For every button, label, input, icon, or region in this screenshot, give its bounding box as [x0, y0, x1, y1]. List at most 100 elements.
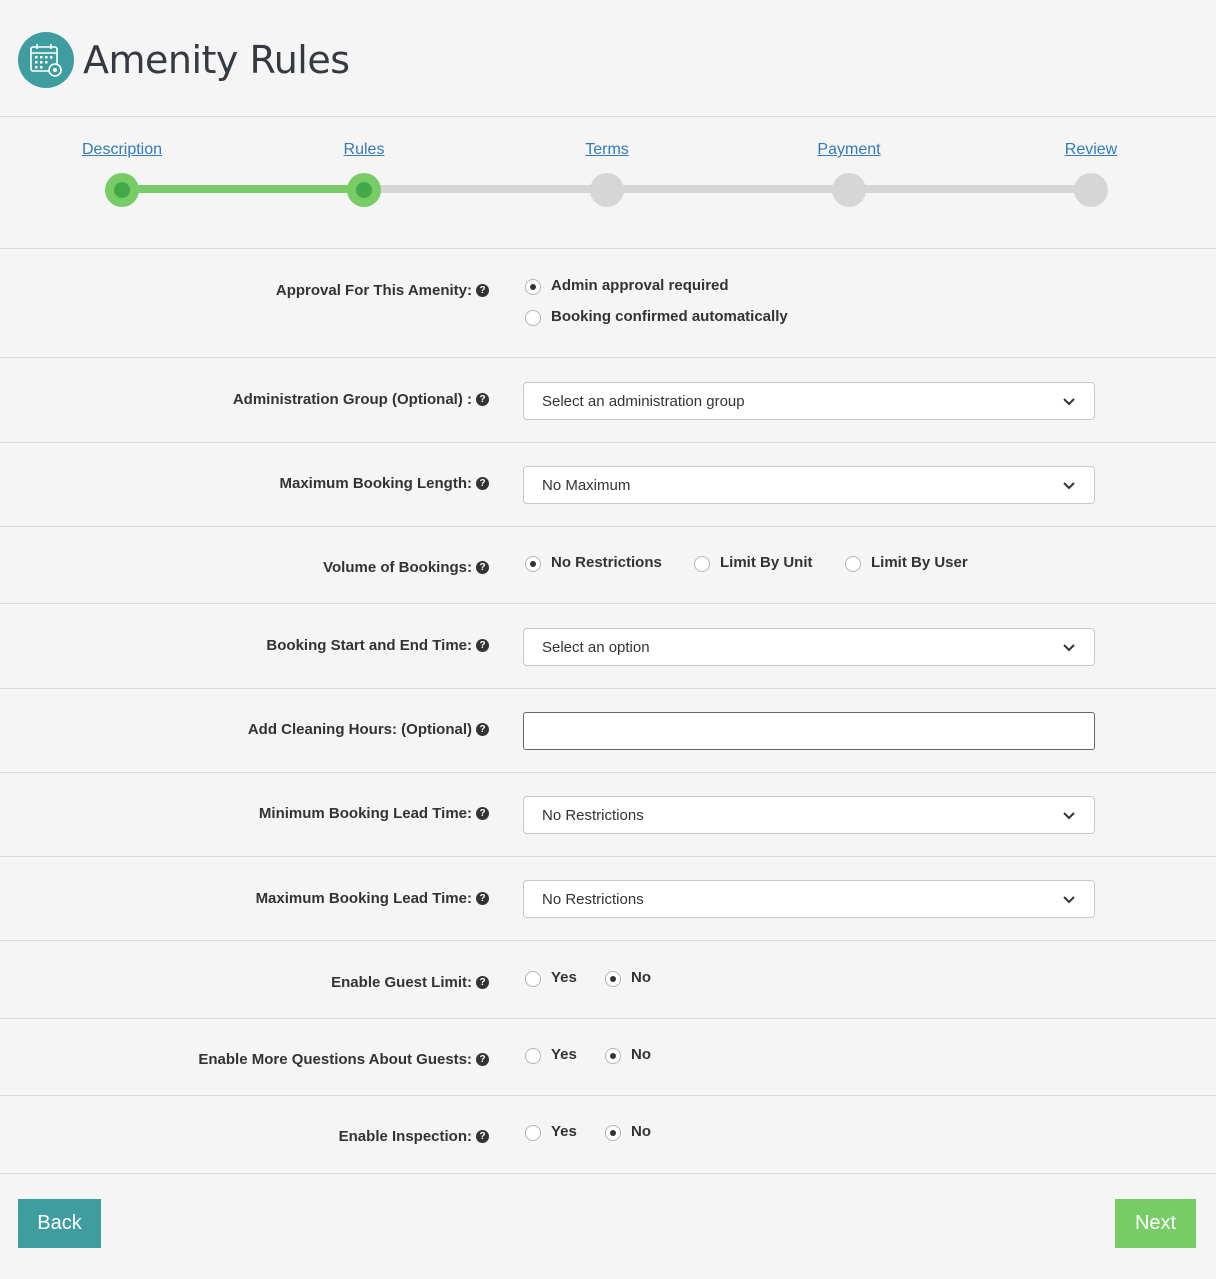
next-button[interactable]: Next	[1115, 1199, 1196, 1248]
step-dot-description	[105, 173, 139, 207]
start-end-time-select[interactable]: Select an option	[523, 628, 1095, 666]
radio-label: No	[631, 1122, 651, 1140]
max-lead-time-label-text: Maximum Booking Lead Time:	[255, 890, 472, 907]
radio-button[interactable]	[845, 556, 861, 572]
step-link-description[interactable]: Description	[82, 141, 162, 159]
step-link-rules[interactable]: Rules	[344, 141, 385, 159]
radio-button[interactable]	[525, 310, 541, 326]
radio-admin-approval[interactable]: Admin approval required	[525, 275, 729, 295]
max-booking-length-label-text: Maximum Booking Length:	[279, 475, 473, 492]
admin-group-select[interactable]: Select an administration group	[523, 382, 1095, 420]
radio-button[interactable]	[694, 556, 710, 572]
row-inspection: Enable Inspection:? Yes No	[0, 1096, 1216, 1174]
radio-label: Booking confirmed automatically	[551, 307, 788, 325]
radio-button-selected[interactable]	[525, 556, 541, 572]
row-approval: Approval For This Amenity:? Admin approv…	[0, 249, 1216, 358]
radio-label: Yes	[551, 968, 577, 986]
radio-label: Limit By Unit	[720, 553, 813, 571]
help-icon[interactable]: ?	[476, 393, 489, 406]
select-value: No Restrictions	[542, 890, 644, 908]
help-icon[interactable]: ?	[476, 1053, 489, 1066]
radio-guest-limit-no[interactable]: No	[605, 967, 651, 987]
radio-auto-confirm[interactable]: Booking confirmed automatically	[525, 306, 788, 326]
row-volume: Volume of Bookings:? No Restrictions Lim…	[0, 527, 1216, 604]
page-header: Amenity Rules	[0, 0, 1216, 117]
chevron-down-icon	[1063, 644, 1075, 652]
more-questions-label-text: Enable More Questions About Guests:	[198, 1051, 472, 1068]
chevron-down-icon	[1063, 812, 1075, 820]
select-value: Select an option	[542, 638, 650, 656]
start-end-time-label-text: Booking Start and End Time:	[266, 637, 472, 654]
row-max-lead-time: Maximum Booking Lead Time:? No Restricti…	[0, 857, 1216, 941]
approval-label: Approval For This Amenity:?	[276, 282, 489, 299]
radio-more-questions-yes[interactable]: Yes	[525, 1044, 577, 1064]
step-link-terms[interactable]: Terms	[585, 141, 629, 159]
radio-button[interactable]	[525, 1048, 541, 1064]
radio-more-questions-no[interactable]: No	[605, 1044, 651, 1064]
max-lead-time-select[interactable]: No Restrictions	[523, 880, 1095, 918]
radio-label: Admin approval required	[551, 276, 729, 294]
help-icon[interactable]: ?	[476, 723, 489, 736]
help-icon[interactable]: ?	[476, 477, 489, 490]
more-questions-label: Enable More Questions About Guests:?	[198, 1051, 489, 1068]
cleaning-hours-label-text: Add Cleaning Hours: (Optional)	[247, 721, 472, 738]
help-icon[interactable]: ?	[476, 1130, 489, 1143]
progress-stepper: Description Rules Terms Payment Review	[0, 117, 1216, 249]
radio-button-selected[interactable]	[605, 1125, 621, 1141]
help-icon[interactable]: ?	[476, 976, 489, 989]
calendar-gear-icon	[18, 32, 74, 88]
row-guest-limit: Enable Guest Limit:? Yes No	[0, 941, 1216, 1019]
inspection-label-text: Enable Inspection:	[338, 1128, 472, 1145]
radio-inspection-yes[interactable]: Yes	[525, 1121, 577, 1141]
guest-limit-label-text: Enable Guest Limit:	[331, 974, 472, 991]
min-lead-time-label: Minimum Booking Lead Time:?	[259, 805, 489, 822]
help-icon[interactable]: ?	[476, 284, 489, 297]
max-booking-length-label: Maximum Booking Length:?	[279, 475, 489, 492]
radio-no-restrictions[interactable]: No Restrictions	[525, 552, 662, 572]
radio-label: No	[631, 1045, 651, 1063]
chevron-down-icon	[1063, 398, 1075, 406]
volume-label-text: Volume of Bookings:	[323, 559, 472, 576]
radio-label: No	[631, 968, 651, 986]
help-icon[interactable]: ?	[476, 807, 489, 820]
chevron-down-icon	[1063, 896, 1075, 904]
row-start-end-time: Booking Start and End Time:? Select an o…	[0, 604, 1216, 689]
step-dot-terms	[590, 173, 624, 207]
progress-track-completed	[122, 185, 365, 193]
radio-button-selected[interactable]	[525, 279, 541, 295]
help-icon[interactable]: ?	[476, 561, 489, 574]
radio-label: No Restrictions	[551, 553, 662, 571]
radio-button[interactable]	[525, 971, 541, 987]
row-admin-group: Administration Group (Optional) :? Selec…	[0, 358, 1216, 443]
guest-limit-label: Enable Guest Limit:?	[331, 974, 489, 991]
step-dot-rules	[347, 173, 381, 207]
volume-label: Volume of Bookings:?	[323, 559, 489, 576]
radio-button-selected[interactable]	[605, 971, 621, 987]
row-max-booking-length: Maximum Booking Length:? No Maximum	[0, 443, 1216, 527]
cleaning-hours-label: Add Cleaning Hours: (Optional)?	[248, 721, 489, 738]
step-dot-review	[1074, 173, 1108, 207]
help-icon[interactable]: ?	[476, 892, 489, 905]
back-button[interactable]: Back	[18, 1199, 101, 1248]
min-lead-time-select[interactable]: No Restrictions	[523, 796, 1095, 834]
row-min-lead-time: Minimum Booking Lead Time:? No Restricti…	[0, 773, 1216, 857]
chevron-down-icon	[1063, 482, 1075, 490]
radio-limit-by-user[interactable]: Limit By User	[845, 552, 968, 572]
radio-limit-by-unit[interactable]: Limit By Unit	[694, 552, 813, 572]
select-value: No Restrictions	[542, 806, 644, 824]
radio-button[interactable]	[525, 1125, 541, 1141]
select-value: No Maximum	[542, 476, 631, 494]
max-booking-length-select[interactable]: No Maximum	[523, 466, 1095, 504]
row-more-questions: Enable More Questions About Guests:? Yes…	[0, 1019, 1216, 1096]
cleaning-hours-input[interactable]	[523, 712, 1095, 750]
min-lead-time-label-text: Minimum Booking Lead Time:	[258, 805, 472, 822]
radio-guest-limit-yes[interactable]: Yes	[525, 967, 577, 987]
step-link-payment[interactable]: Payment	[817, 141, 880, 159]
radio-label: Yes	[551, 1122, 577, 1140]
radio-button-selected[interactable]	[605, 1048, 621, 1064]
row-cleaning-hours: Add Cleaning Hours: (Optional)?	[0, 689, 1216, 773]
help-icon[interactable]: ?	[476, 639, 489, 652]
radio-label: Limit By User	[871, 553, 968, 571]
step-link-review[interactable]: Review	[1065, 141, 1117, 159]
radio-inspection-no[interactable]: No	[605, 1121, 651, 1141]
